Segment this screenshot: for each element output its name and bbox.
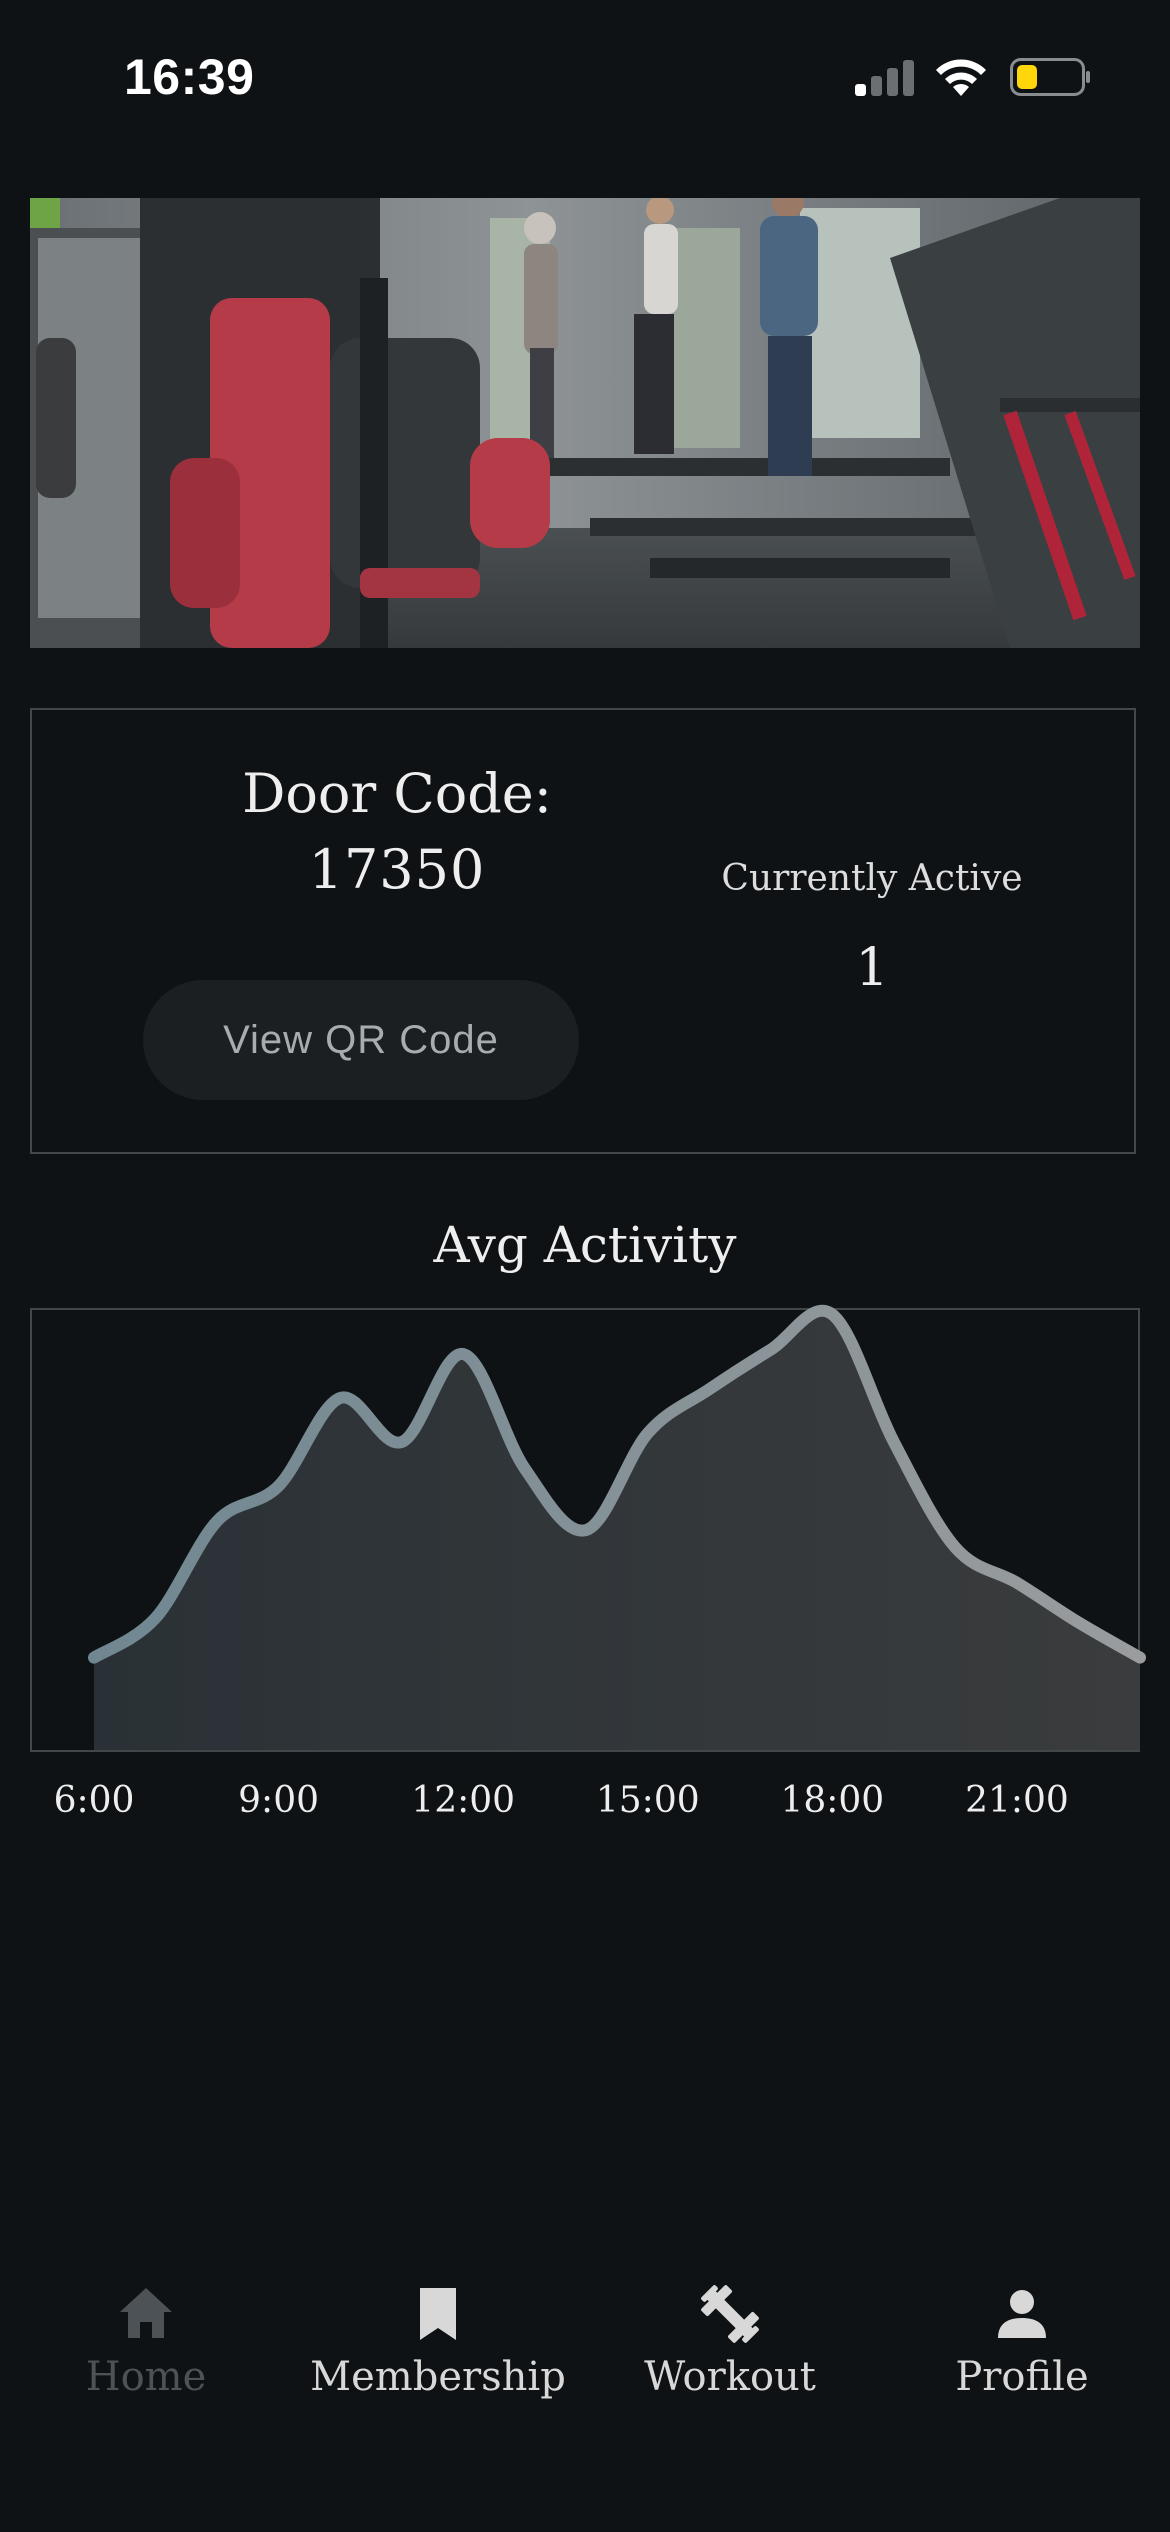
dumbbell-icon xyxy=(701,2285,759,2343)
tab-membership[interactable]: Membership xyxy=(292,2270,584,2420)
x-tick-label: 18:00 xyxy=(780,1780,885,1821)
x-tick-label: 6:00 xyxy=(53,1780,135,1821)
door-code-value: 17350 xyxy=(308,838,486,901)
battery-icon xyxy=(1010,58,1090,96)
currently-active-label: Currently Active xyxy=(721,858,1023,899)
tab-home[interactable]: Home xyxy=(0,2270,292,2420)
tab-workout-label: Workout xyxy=(644,2354,816,2400)
status-bar: 16:39 xyxy=(0,0,1170,150)
door-code-card: Door Code: 17350 View QR Code Currently … xyxy=(30,708,1136,1154)
view-qr-code-button[interactable]: View QR Code xyxy=(143,980,579,1100)
status-time: 16:39 xyxy=(124,49,255,105)
x-tick-label: 12:00 xyxy=(411,1780,516,1821)
tab-home-label: Home xyxy=(85,2354,207,2400)
chart-title: Avg Activity xyxy=(433,1216,737,1274)
gym-hero-image xyxy=(30,198,1140,648)
tab-workout[interactable]: Workout xyxy=(584,2270,876,2420)
cellular-signal-icon xyxy=(855,58,915,96)
bookmark-icon xyxy=(420,2288,456,2340)
home-icon xyxy=(120,2288,172,2338)
bottom-tab-bar: Home Membership Workout Profile xyxy=(0,2270,1170,2420)
x-tick-label: 21:00 xyxy=(965,1780,1069,1821)
avg-activity-chart xyxy=(88,1304,1146,1750)
x-tick-label: 9:00 xyxy=(238,1780,319,1821)
currently-active-count: 1 xyxy=(855,938,889,998)
tab-profile-label: Profile xyxy=(955,2354,1089,2400)
activity-area xyxy=(94,1310,1140,1750)
person-icon xyxy=(998,2290,1046,2338)
wifi-icon xyxy=(936,59,986,96)
tab-profile[interactable]: Profile xyxy=(876,2270,1168,2420)
x-tick-label: 15:00 xyxy=(595,1780,700,1821)
door-code-title: Door Code: xyxy=(242,762,552,825)
tab-membership-label: Membership xyxy=(310,2354,566,2400)
